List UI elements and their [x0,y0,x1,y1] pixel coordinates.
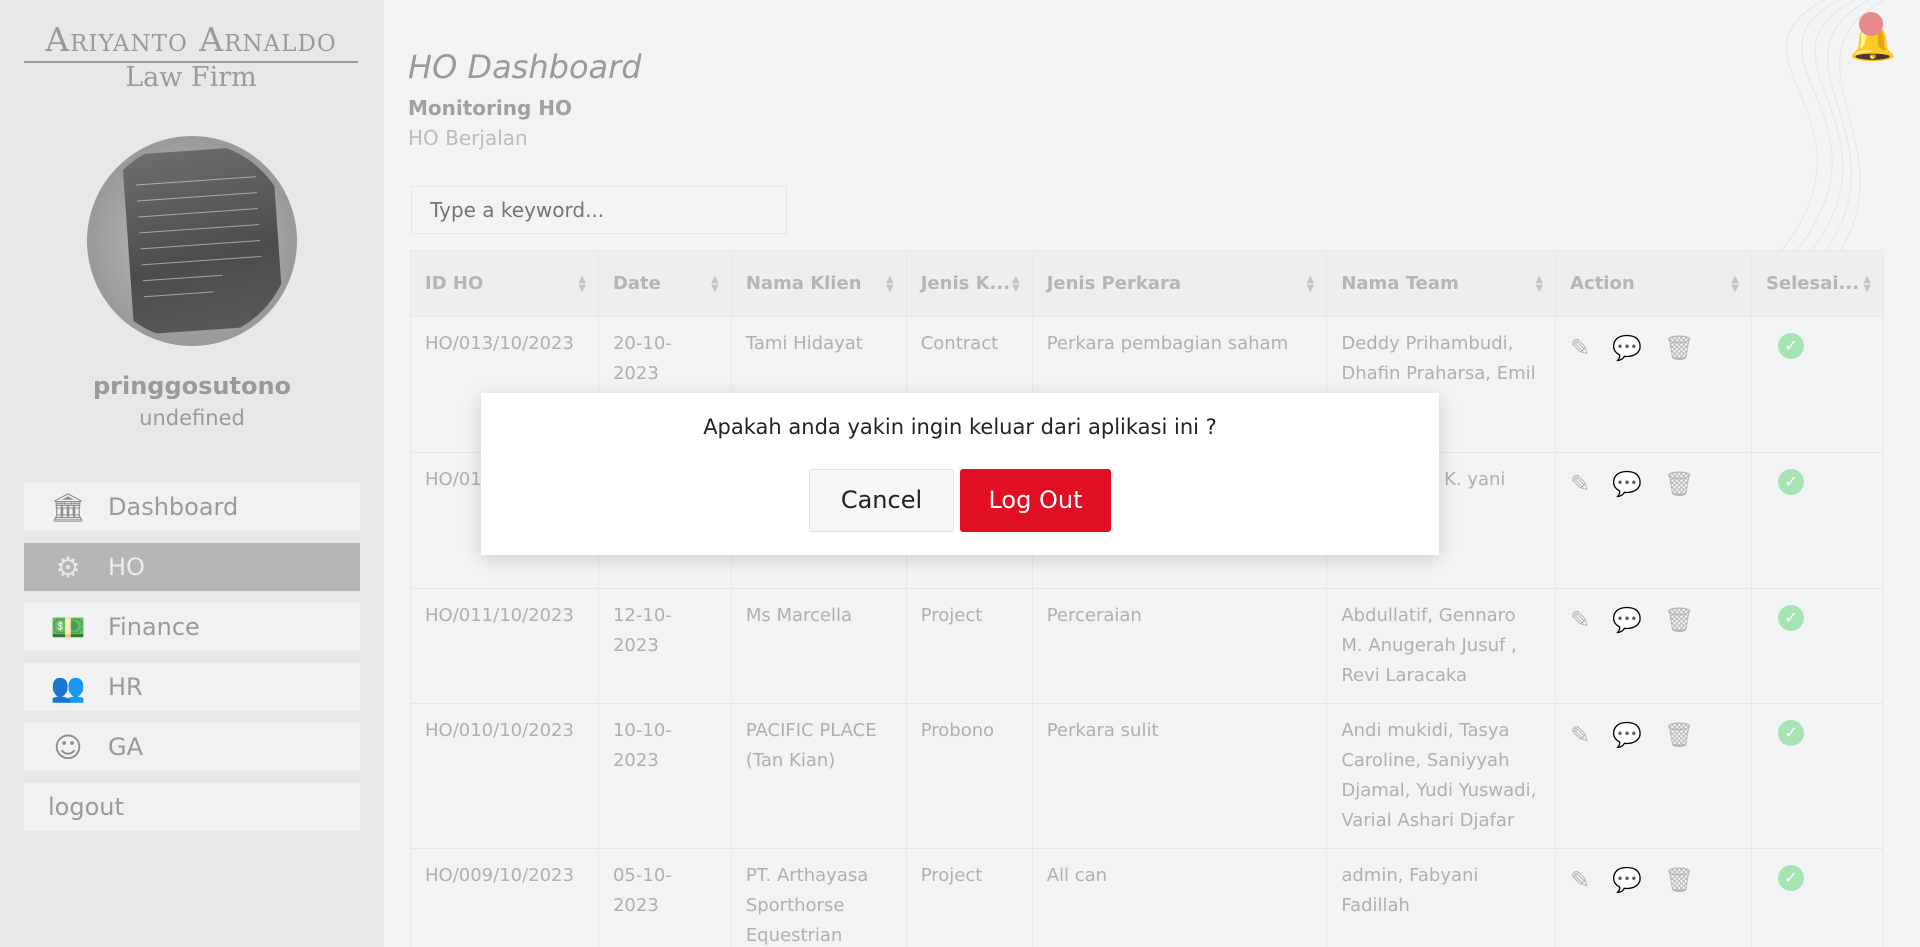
sort-icon: ▲ ▼ [1863,274,1871,294]
sidebar-item-label: HR [108,673,143,701]
sidebar-item-ga[interactable]: ☺ GA [24,723,360,771]
sidebar-item-dashboard[interactable]: 🏛 Dashboard [24,483,360,531]
sort-icon: ▲ ▼ [578,274,586,294]
sidebar-nav: 🏛 Dashboard ⚙ HO 💵 Finance 👥 HR ☺ GA log… [24,483,360,843]
bank-icon: 🏛 [50,490,86,524]
notification-bell-button[interactable]: 🔔 [1847,12,1896,60]
comments-icon[interactable]: 💬 [1612,469,1642,499]
ho-table: ID HO ▲ ▼ Date ▲ ▼ Nama Klien ▲ ▼ Jenis K... ▲ ▼… [410,250,1885,947]
sort-icon: ▲ ▼ [711,274,719,294]
column-header-date[interactable]: Date ▲ ▼ [597,250,732,317]
web-settings-icon: ⚙ [55,550,81,584]
sidebar-item-finance[interactable]: 💵 Finance [24,603,360,651]
firm-name: Ariyanto Arnaldo [24,20,358,63]
column-header-client[interactable]: Nama Klien ▲ ▼ [730,250,907,317]
check-circle-icon[interactable]: ✓ [1777,333,1804,359]
check-circle-icon[interactable]: ✓ [1777,605,1804,631]
sidebar-item-label: logout [48,793,124,821]
sidebar-item-label: Finance [108,613,200,641]
column-header-id[interactable]: ID HO ▲ ▼ [410,250,599,317]
user-role: undefined [139,406,245,430]
column-header-action[interactable]: Action ▲ ▼ [1555,250,1752,317]
table-header-row: ID HO ▲ ▼ Date ▲ ▼ Nama Klien ▲ ▼ Jenis K... ▲ ▼… [410,250,1885,317]
sidebar-item-ho[interactable]: ⚙ HO [24,543,360,591]
edit-icon[interactable]: ✎ [1570,469,1590,499]
sidebar: Ariyanto Arnaldo Law Firm pringgosutono … [0,0,384,947]
comments-icon[interactable]: 💬 [1612,720,1642,750]
comments-icon[interactable]: 💬 [1612,333,1642,363]
sort-icon: ▲ ▼ [1731,274,1739,294]
trash-icon[interactable]: 🗑 [1664,720,1694,750]
column-header-contract-type[interactable]: Jenis K... ▲ ▼ [905,250,1033,317]
logout-confirm-dialog: Apakah anda yakin ingin keluar dari apli… [481,393,1439,555]
column-header-done[interactable]: Selesai... ▲ ▼ [1750,250,1885,317]
search-input[interactable] [411,186,787,234]
notification-dot [1859,12,1883,36]
avatar-photo [121,144,285,336]
logout-button[interactable]: Log Out [960,469,1111,532]
comments-icon[interactable]: 💬 [1612,605,1642,635]
check-circle-icon[interactable]: ✓ [1777,469,1804,495]
sidebar-item-hr[interactable]: 👥 HR [24,663,360,711]
sidebar-item-label: Dashboard [108,493,239,521]
trash-icon[interactable]: 🗑 [1664,469,1694,499]
edit-icon[interactable]: ✎ [1570,333,1590,363]
trash-icon[interactable]: 🗑 [1664,865,1694,895]
dialog-message: Apakah anda yakin ingin keluar dari apli… [703,415,1217,439]
section-title: HO Berjalan [408,126,528,150]
head-gears-icon: ☺ [53,730,83,764]
trash-icon[interactable]: 🗑 [1664,605,1694,635]
money-icon: 💵 [50,610,86,644]
page-subtitle: Monitoring HO [408,96,573,120]
sort-icon: ▲ ▼ [886,274,894,294]
firm-logo: Ariyanto Arnaldo Law Firm [24,20,358,93]
cancel-button[interactable]: Cancel [809,469,954,532]
table-row: HO/011/10/2023 12-10-2023 Ms Marcella Pr… [410,588,1885,704]
sort-icon: ▲ ▼ [1011,274,1020,294]
comments-icon[interactable]: 💬 [1612,865,1642,895]
table-row: HO/009/10/2023 05-10-2023 PT. Arthayasa … [410,848,1885,947]
column-header-team[interactable]: Nama Team ▲ ▼ [1326,250,1557,317]
sidebar-item-logout[interactable]: logout [24,783,360,831]
user-name: pringgosutono [92,372,292,400]
edit-icon[interactable]: ✎ [1570,865,1590,895]
column-header-case-type[interactable]: Jenis Perkara ▲ ▼ [1031,250,1328,317]
edit-icon[interactable]: ✎ [1570,605,1590,635]
trash-icon[interactable]: 🗑 [1664,333,1694,363]
avatar [87,136,297,346]
edit-icon[interactable]: ✎ [1570,720,1590,750]
firm-subtitle: Law Firm [125,62,257,93]
sidebar-item-label: HO [108,553,145,581]
check-circle-icon[interactable]: ✓ [1777,865,1804,891]
people-icon: 👥 [50,670,86,704]
sidebar-item-label: GA [108,733,144,761]
check-circle-icon[interactable]: ✓ [1777,720,1804,746]
sort-icon: ▲ ▼ [1535,274,1544,294]
table-row: HO/010/10/2023 10-10-2023 PACIFIC PLACE … [410,703,1885,849]
sort-icon: ▲ ▼ [1306,274,1315,294]
page-title: HO Dashboard [408,48,642,86]
